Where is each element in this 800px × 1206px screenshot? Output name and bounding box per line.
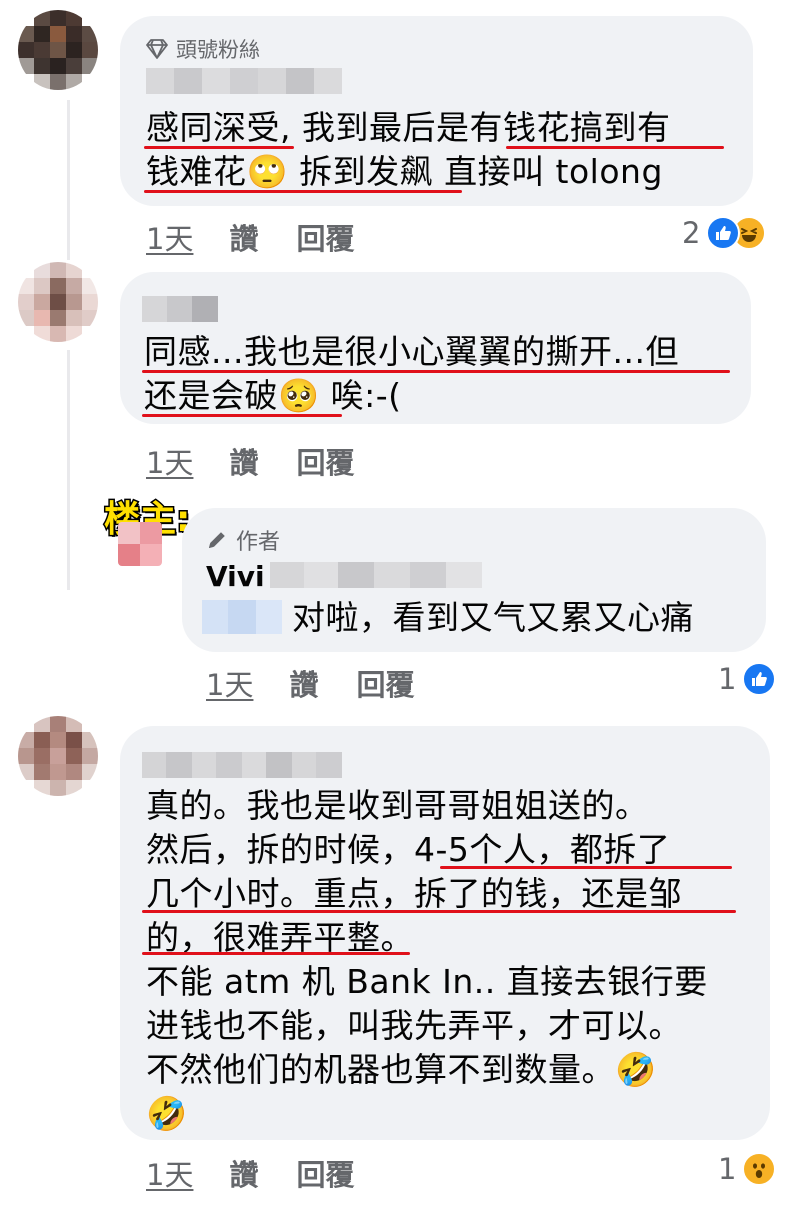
commenter-name-blur (270, 562, 482, 588)
avatar[interactable] (18, 262, 98, 342)
reaction-summary[interactable]: 1 (718, 662, 777, 696)
highlight-underline (440, 866, 732, 869)
comment-text: 感同深受, 我到最后是有钱花搞到有 钱难花🙄 拆到发飙 直接叫 tolong (146, 108, 671, 191)
comment-text: 真的。我也是收到哥哥姐姐送的。 然后，拆的时候，4-5个人，都拆了 几个小时。重… (146, 786, 708, 1133)
like-button[interactable]: 讚 (229, 440, 258, 482)
highlight-underline (142, 952, 410, 955)
timestamp-link[interactable]: 1天 (146, 216, 193, 258)
commenter-name[interactable] (142, 296, 218, 322)
reply-button[interactable]: 回覆 (296, 216, 354, 258)
comment-actions: 1天 讚 回覆 (146, 1152, 354, 1194)
diamond-icon (146, 39, 168, 59)
highlight-underline (142, 370, 730, 373)
commenter-name[interactable] (142, 752, 342, 778)
like-button[interactable]: 讚 (229, 216, 258, 258)
avatar[interactable] (18, 10, 98, 90)
badge-label: 頭號粉絲 (176, 38, 260, 62)
highlight-underline (506, 146, 724, 149)
highlight-underline (142, 414, 342, 417)
mention-tag[interactable] (202, 600, 282, 634)
like-button[interactable]: 讚 (229, 1152, 258, 1194)
highlight-underline (144, 190, 462, 193)
top-fan-badge: 頭號粉絲 (146, 34, 260, 64)
comment-actions: 1天 讚 回覆 (146, 216, 354, 258)
commenter-name[interactable]: Vivi (206, 560, 265, 593)
reply-button[interactable]: 回覆 (296, 440, 354, 482)
comment-actions: 1天 讚 回覆 (146, 440, 354, 482)
reaction-count: 2 (682, 216, 701, 250)
timestamp-link[interactable]: 1天 (146, 440, 193, 482)
timestamp-link[interactable]: 1天 (146, 1152, 193, 1194)
reaction-count: 1 (718, 1152, 737, 1186)
highlight-underline (142, 910, 736, 913)
commenter-name[interactable] (146, 68, 342, 94)
reply-button[interactable]: 回覆 (296, 1152, 354, 1194)
comment-text: 同感...我也是很小心翼翼的撕开...但 还是会破🥺 唉:-( (144, 332, 679, 415)
like-reaction-icon (706, 216, 741, 250)
thread-line (67, 100, 70, 260)
badge-label: 作者 (236, 530, 281, 555)
thread-line (67, 350, 70, 590)
highlight-underline (144, 146, 294, 149)
like-reaction-icon (742, 662, 777, 696)
pencil-icon (209, 532, 225, 548)
reaction-summary[interactable]: 2 (682, 216, 767, 250)
avatar[interactable] (18, 716, 98, 796)
reply-text: 对啦，看到又气又累又心痛 (292, 598, 694, 637)
timestamp-link[interactable]: 1天 (206, 662, 253, 704)
author-badge: 作者 (206, 524, 280, 556)
avatar[interactable] (118, 522, 162, 566)
wow-reaction-icon (742, 1152, 777, 1186)
reaction-count: 1 (718, 662, 737, 696)
like-button[interactable]: 讚 (289, 662, 318, 704)
comment-actions: 1天 讚 回覆 (206, 662, 414, 704)
reply-button[interactable]: 回覆 (356, 662, 414, 704)
reaction-summary[interactable]: 1 (718, 1152, 777, 1186)
